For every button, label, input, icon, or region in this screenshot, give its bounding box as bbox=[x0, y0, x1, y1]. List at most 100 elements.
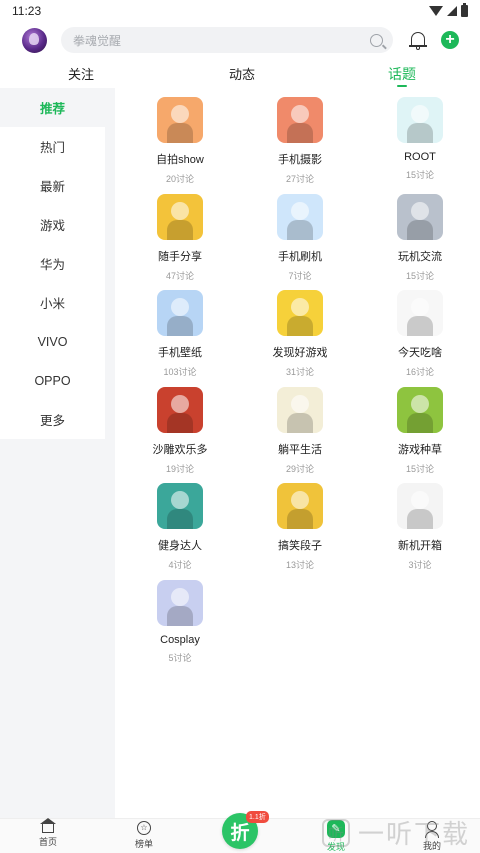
topic-name: 随手分享 bbox=[158, 250, 202, 263]
topic-item[interactable]: 新机开箱 3讨论 bbox=[360, 483, 480, 571]
bottom-nav: 首页 ☆ 榜单 折 1.1折 ✎ 发现 我的 bbox=[0, 811, 480, 853]
topic-name: 搞笑段子 bbox=[278, 540, 322, 552]
topic-count: 15讨论 bbox=[405, 170, 434, 180]
topic-name: 新机开箱 bbox=[398, 540, 442, 552]
unboxing-icon bbox=[397, 483, 443, 529]
topic-name: 手机壁纸 bbox=[158, 347, 202, 359]
topic-item[interactable]: 游戏种草 15讨论 bbox=[360, 386, 480, 475]
add-post-icon[interactable]: + bbox=[441, 31, 459, 49]
topic-item[interactable]: 手机刷机 7讨论 bbox=[240, 193, 360, 282]
topic-count: 13讨论 bbox=[285, 560, 314, 570]
topic-count: 31讨论 bbox=[285, 367, 314, 377]
nav-mine[interactable]: 我的 bbox=[402, 819, 462, 852]
tab-active-indicator bbox=[397, 85, 407, 87]
signal-icon bbox=[447, 6, 457, 16]
topic-name: 手机刷机 bbox=[278, 250, 322, 263]
sidebar-item-more[interactable]: 更多 bbox=[0, 400, 105, 439]
category-sidebar: 推荐 热门 最新 游戏 华为 小米 VIVO OPPO 更多 bbox=[0, 88, 105, 439]
topic-name: 自拍show bbox=[156, 154, 204, 166]
nav-rank[interactable]: ☆ 榜单 bbox=[114, 819, 174, 850]
topic-name: 发现好游戏 bbox=[272, 347, 328, 359]
jokes-icon bbox=[277, 483, 323, 529]
topic-item[interactable]: 玩机交流 15讨论 bbox=[360, 193, 480, 282]
discover-icon: ✎ bbox=[327, 820, 345, 838]
search-bar[interactable]: 拳魂觉醒 bbox=[61, 27, 393, 53]
battery-icon bbox=[461, 3, 468, 17]
rank-icon: ☆ bbox=[137, 821, 151, 835]
topic-count: 3讨论 bbox=[408, 560, 432, 570]
nav-discover[interactable]: ✎ 发现 bbox=[306, 819, 366, 853]
find-games-icon bbox=[277, 290, 323, 336]
notification-bell-icon[interactable] bbox=[409, 30, 427, 50]
tab-topics[interactable]: 话题 bbox=[388, 64, 416, 84]
topic-item[interactable]: 手机壁纸 103讨论 bbox=[120, 290, 240, 378]
topic-name: 手机摄影 bbox=[278, 154, 322, 166]
topic-count: 5讨论 bbox=[168, 652, 192, 663]
search-input[interactable]: 拳魂觉醒 bbox=[73, 32, 370, 49]
topic-name: 健身达人 bbox=[158, 540, 202, 552]
topic-item[interactable]: 搞笑段子 13讨论 bbox=[240, 483, 360, 571]
topic-count: 15讨论 bbox=[405, 270, 434, 281]
discount-badge: 1.1折 bbox=[246, 811, 269, 823]
sidebar-item-huawei[interactable]: 华为 bbox=[0, 244, 105, 283]
nav-rank-label: 榜单 bbox=[134, 839, 153, 849]
topic-name: 躺平生活 bbox=[278, 443, 322, 456]
discussion-icon bbox=[397, 193, 443, 240]
nav-home-label: 首页 bbox=[38, 837, 57, 847]
topic-name: 玩机交流 bbox=[398, 250, 442, 263]
user-icon bbox=[424, 821, 440, 838]
topic-item[interactable]: Cosplay 5讨论 bbox=[120, 579, 240, 664]
game-recommend-icon bbox=[397, 386, 443, 433]
tab-feed[interactable]: 动态 bbox=[229, 64, 255, 83]
topic-count: 20讨论 bbox=[165, 174, 194, 184]
status-bar: 11:23 bbox=[0, 0, 480, 22]
topic-item[interactable]: 发现好游戏 31讨论 bbox=[240, 290, 360, 378]
topic-item[interactable]: 随手分享 47讨论 bbox=[120, 193, 240, 282]
android-robot-icon bbox=[397, 97, 443, 143]
topic-item[interactable]: 躺平生活 29讨论 bbox=[240, 386, 360, 475]
header: 拳魂觉醒 + bbox=[0, 22, 480, 58]
sidebar-item-games[interactable]: 游戏 bbox=[0, 205, 105, 244]
phone-flash-icon bbox=[277, 193, 323, 240]
sidebar-item-oppo[interactable]: OPPO bbox=[0, 361, 105, 400]
topic-count: 29讨论 bbox=[285, 463, 314, 474]
topic-item[interactable]: 今天吃啥 16讨论 bbox=[360, 290, 480, 378]
topic-item[interactable]: 手机摄影 27讨论 bbox=[240, 97, 360, 185]
topic-item[interactable]: 自拍show 20讨论 bbox=[120, 97, 240, 185]
home-icon bbox=[40, 818, 56, 833]
topic-name: 今天吃啥 bbox=[398, 347, 442, 359]
sidebar-item-xiaomi[interactable]: 小米 bbox=[0, 283, 105, 322]
topic-name: 沙雕欢乐多 bbox=[152, 443, 208, 456]
topic-count: 4讨论 bbox=[168, 560, 192, 570]
lying-flat-icon bbox=[277, 386, 323, 433]
sidebar-item-latest[interactable]: 最新 bbox=[0, 166, 105, 205]
selfie-icon bbox=[157, 97, 203, 143]
fun-icon bbox=[157, 386, 203, 433]
status-icons bbox=[429, 3, 468, 17]
sidebar-item-recommended[interactable]: 推荐 bbox=[0, 88, 105, 127]
topic-count: 103讨论 bbox=[163, 367, 197, 377]
share-group-icon bbox=[157, 193, 203, 240]
nav-home[interactable]: 首页 bbox=[18, 818, 78, 848]
fitness-icon bbox=[157, 483, 203, 529]
nav-discover-label: 发现 bbox=[326, 842, 345, 852]
topic-name: ROOT bbox=[404, 151, 436, 163]
topic-name: 游戏种草 bbox=[398, 443, 442, 456]
search-icon[interactable] bbox=[370, 33, 383, 47]
nav-mine-label: 我的 bbox=[422, 841, 441, 851]
topic-count: 47讨论 bbox=[165, 270, 194, 281]
topic-item[interactable]: 沙雕欢乐多 19讨论 bbox=[120, 386, 240, 475]
wifi-icon bbox=[429, 6, 443, 16]
top-tabs: 关注 动态 话题 bbox=[0, 58, 480, 90]
sidebar-item-vivo[interactable]: VIVO bbox=[0, 322, 105, 361]
sidebar-item-hot[interactable]: 热门 bbox=[0, 127, 105, 166]
phone-camera-icon bbox=[277, 97, 323, 143]
avatar[interactable] bbox=[22, 27, 47, 53]
topic-item[interactable]: ROOT 15讨论 bbox=[360, 97, 480, 181]
topic-item[interactable]: 健身达人 4讨论 bbox=[120, 483, 240, 571]
topic-count: 27讨论 bbox=[285, 174, 314, 184]
topic-count: 7讨论 bbox=[288, 270, 312, 281]
wallpaper-icon bbox=[157, 290, 203, 336]
meal-icon bbox=[397, 290, 443, 336]
tab-following[interactable]: 关注 bbox=[68, 64, 94, 83]
